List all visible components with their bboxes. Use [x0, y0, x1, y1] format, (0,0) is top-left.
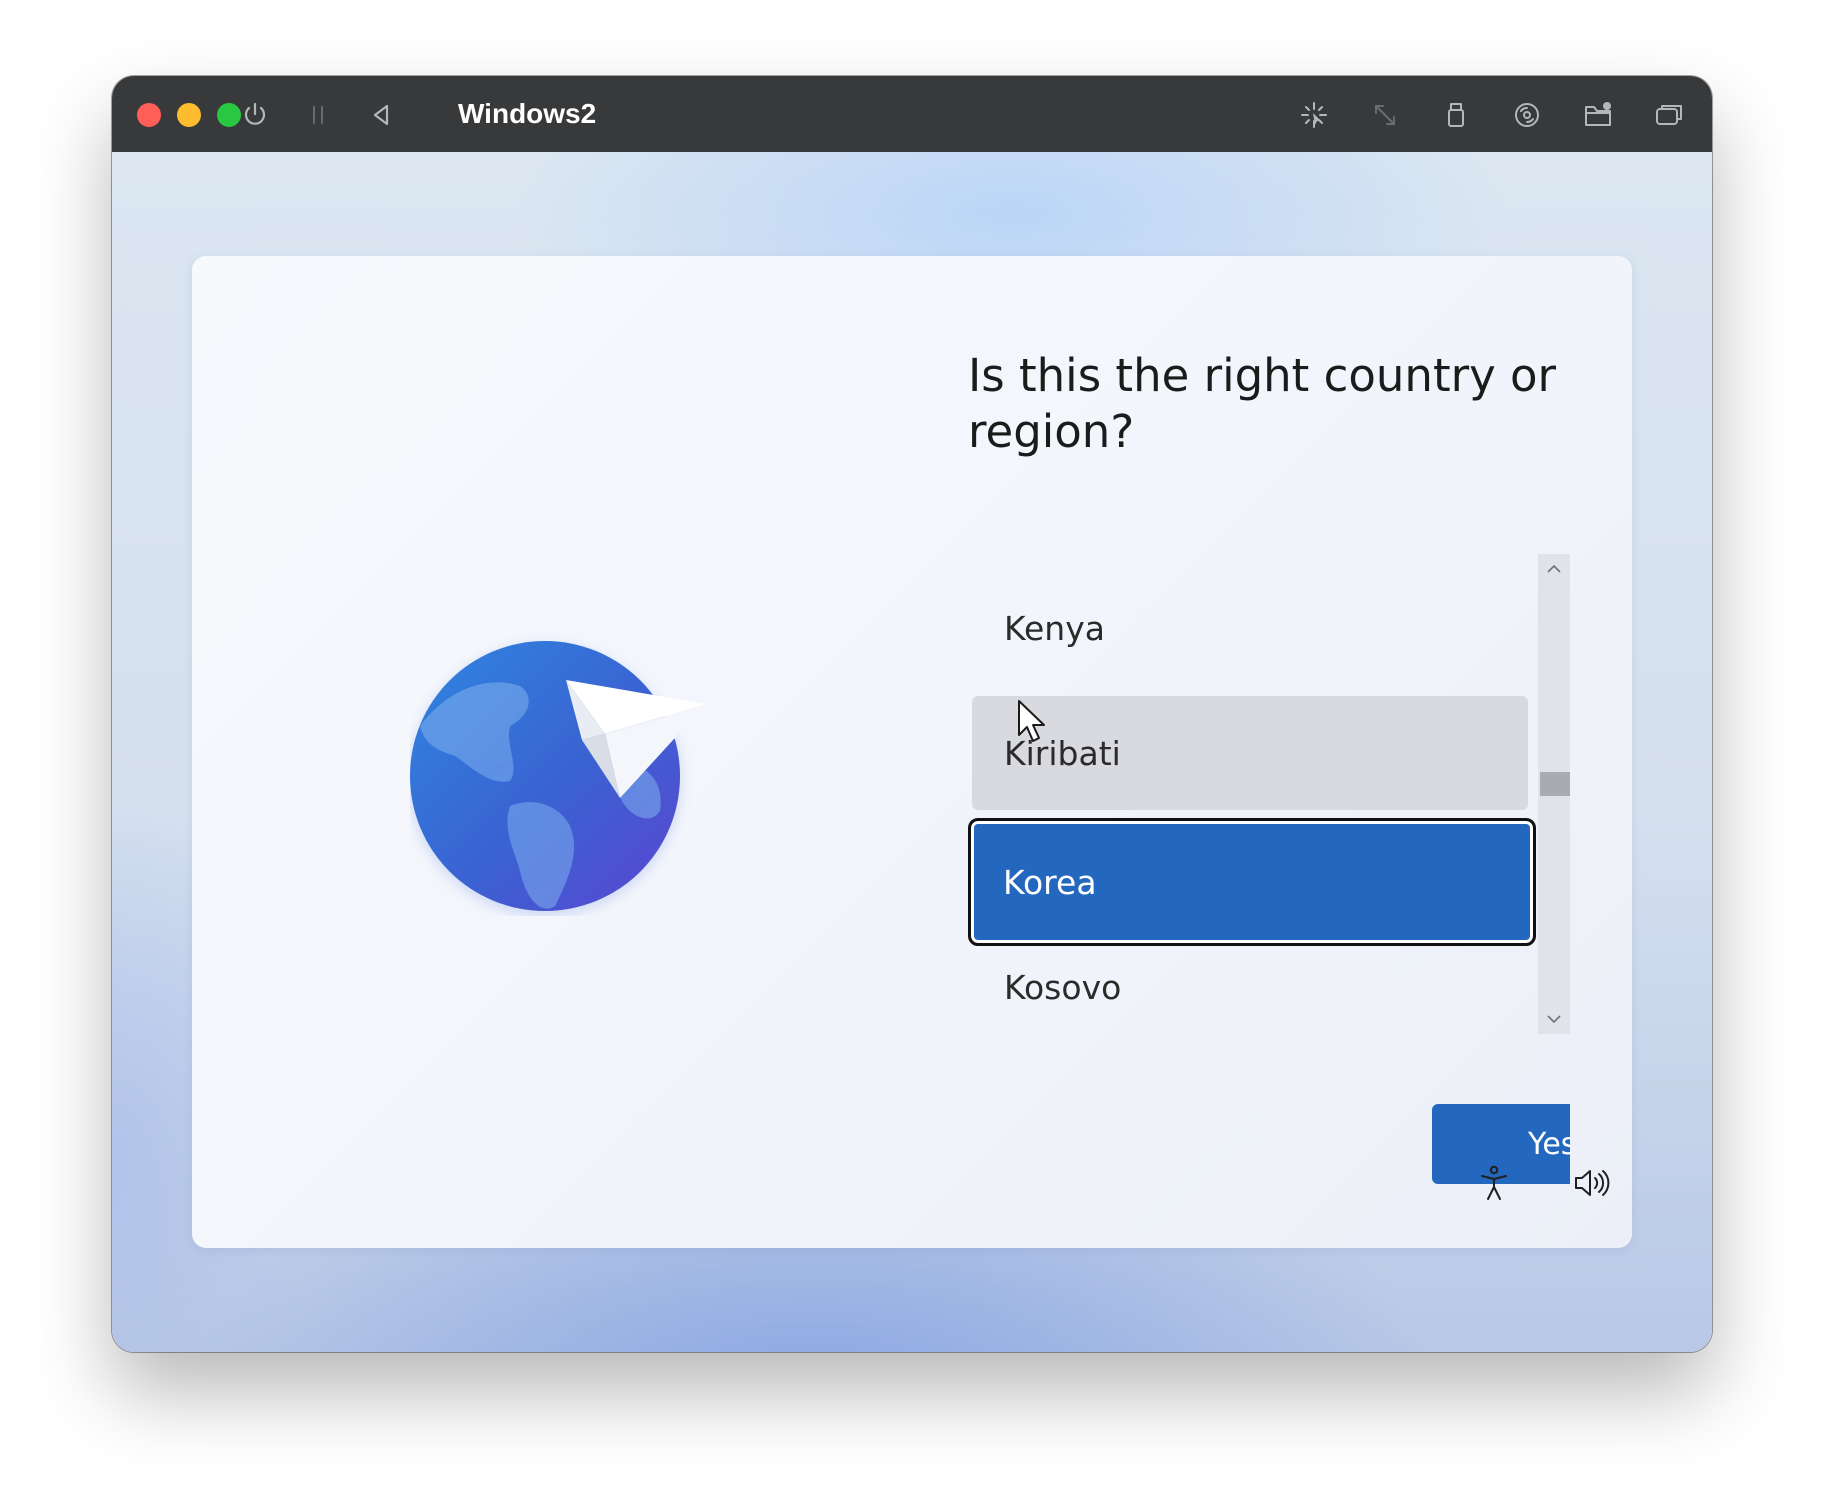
vm-name: Windows2: [458, 98, 597, 129]
volume-icon[interactable]: [1568, 1160, 1614, 1206]
scroll-up-icon[interactable]: [1538, 554, 1570, 584]
minimize-window-button[interactable]: [177, 103, 201, 127]
scroll-thumb[interactable]: [1540, 772, 1570, 796]
country-item-kenya[interactable]: Kenya: [972, 571, 1528, 685]
oobe-card: Is this the right country or region? Ken…: [192, 256, 1632, 1248]
country-list-scrollbar[interactable]: [1538, 554, 1570, 1034]
resize-icon[interactable]: [1368, 98, 1402, 132]
vm-desktop: Is this the right country or region? Ken…: [112, 152, 1712, 1352]
capture-icon[interactable]: [1297, 98, 1331, 132]
country-list[interactable]: Kenya Kiribati Korea Kosovo: [968, 554, 1548, 1034]
usb-icon[interactable]: [1439, 98, 1473, 132]
title-bar: Windows2: [112, 76, 1712, 152]
power-icon[interactable]: [238, 98, 272, 132]
disc-icon[interactable]: [1510, 98, 1544, 132]
pause-icon[interactable]: [301, 98, 335, 132]
globe-icon: [409, 641, 706, 916]
scroll-down-icon[interactable]: [1538, 1004, 1570, 1034]
mouse-cursor-icon: [1018, 700, 1045, 742]
globe-illustration: [409, 616, 710, 916]
shared-folder-icon[interactable]: [1581, 98, 1615, 132]
vm-window: Windows2 Is this the right country or re…: [112, 76, 1712, 1352]
country-item-kiribati[interactable]: Kiribati: [972, 696, 1528, 810]
back-icon[interactable]: [364, 98, 398, 132]
close-window-button[interactable]: [137, 103, 161, 127]
accessibility-icon[interactable]: [1471, 1160, 1517, 1206]
display-icon[interactable]: [1652, 98, 1686, 132]
country-item-korea[interactable]: Korea: [968, 818, 1536, 946]
country-item-kosovo[interactable]: Kosovo: [972, 947, 1528, 1027]
page-title: Is this the right country or region?: [968, 349, 1557, 458]
